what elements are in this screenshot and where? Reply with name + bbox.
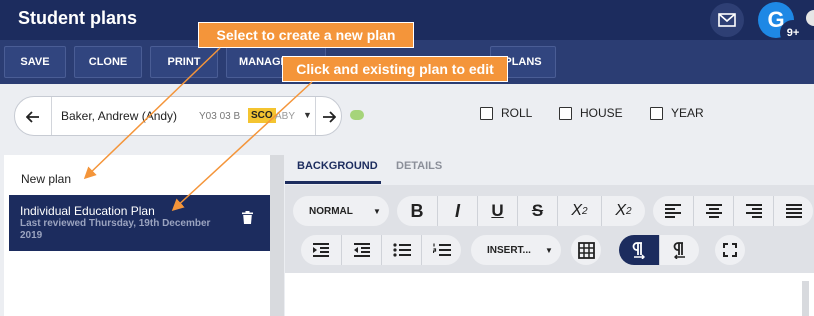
new-plan-item[interactable]: New plan — [21, 172, 71, 186]
numbered-list-icon — [432, 243, 451, 256]
status-indicator — [350, 110, 364, 120]
align-center-icon — [705, 204, 722, 218]
house-label: HOUSE — [580, 106, 623, 120]
divider — [315, 97, 316, 135]
align-justify-icon — [785, 204, 802, 218]
previous-student-button[interactable] — [21, 105, 45, 129]
messages-button[interactable] — [710, 3, 744, 37]
insert-dropdown-label: INSERT... — [487, 244, 531, 256]
save-button[interactable]: SAVE — [4, 46, 66, 78]
tab-background[interactable]: BACKGROUND — [297, 160, 378, 172]
bold-button[interactable]: B — [397, 196, 437, 226]
align-right-button[interactable] — [733, 196, 773, 226]
scrollbar[interactable] — [270, 155, 284, 316]
align-left-icon — [665, 204, 681, 218]
text-format-group: B I U S X2 X2 — [397, 196, 645, 226]
text-direction-group — [619, 235, 699, 265]
bullet-list-icon — [392, 243, 411, 257]
numbered-list-button[interactable] — [421, 235, 461, 265]
scrollbar[interactable] — [802, 281, 809, 316]
delete-plan-button[interactable] — [242, 211, 253, 229]
indent-icon — [313, 243, 329, 257]
chevron-down-icon[interactable]: ▼ — [303, 110, 312, 120]
active-tab-indicator — [285, 181, 381, 184]
align-center-button[interactable] — [693, 196, 733, 226]
chevron-down-icon: ▼ — [545, 245, 553, 255]
plan-editor: BACKGROUND DETAILS NORMAL ▼ B I U S X2 X… — [285, 148, 814, 316]
page-title: Student plans — [18, 8, 138, 28]
divider — [51, 97, 52, 135]
list-item[interactable]: Individual Education Plan Last reviewed … — [9, 195, 270, 251]
student-year-group: Y03 03 B — [199, 111, 241, 122]
rtl-direction-button[interactable] — [659, 235, 699, 265]
outdent-icon — [353, 243, 370, 257]
clone-button[interactable]: CLONE — [74, 46, 142, 78]
table-icon — [577, 241, 595, 259]
student-code: ABY — [275, 111, 296, 122]
fullscreen-button[interactable] — [715, 235, 745, 265]
trash-icon — [242, 211, 253, 224]
house-checkbox[interactable]: HOUSE — [559, 106, 623, 120]
strikethrough-button[interactable]: S — [517, 196, 557, 226]
align-left-button[interactable] — [653, 196, 693, 226]
pilcrow-rtl-icon — [673, 241, 685, 259]
bullet-list-button[interactable] — [381, 235, 421, 265]
subscript-button[interactable]: X2 — [557, 196, 601, 226]
student-name: Baker, Andrew (Andy) — [61, 109, 178, 123]
plan-title: Individual Education Plan — [20, 204, 155, 218]
insert-dropdown[interactable]: INSERT... ▼ — [471, 235, 561, 265]
format-toolbar: NORMAL ▼ B I U S X2 X2 INSERT... ▼ — [285, 185, 814, 273]
plan-list: New plan Individual Education Plan Last … — [4, 155, 270, 316]
outdent-button[interactable] — [341, 235, 381, 265]
paragraph-style-value: NORMAL — [309, 205, 353, 217]
insert-table-button[interactable] — [571, 235, 601, 265]
callout-new-plan: Select to create a new plan — [198, 22, 414, 48]
year-checkbox[interactable]: YEAR — [650, 106, 704, 120]
editor-content-area[interactable] — [285, 273, 814, 316]
roll-label: ROLL — [501, 106, 533, 120]
user-menu-button[interactable] — [806, 10, 814, 26]
fullscreen-icon — [723, 243, 737, 257]
status-badge: SCO — [248, 108, 276, 123]
align-right-icon — [745, 204, 762, 218]
chevron-down-icon: ▼ — [373, 206, 381, 216]
align-justify-button[interactable] — [773, 196, 813, 226]
pilcrow-ltr-icon — [632, 241, 645, 259]
roll-checkbox[interactable]: ROLL — [480, 106, 532, 120]
mail-icon — [718, 13, 736, 27]
checkbox[interactable] — [650, 106, 663, 120]
next-student-button[interactable] — [317, 105, 341, 129]
superscript-button[interactable]: X2 — [601, 196, 645, 226]
plan-last-reviewed: Last reviewed Thursday, 19th December 20… — [20, 218, 211, 241]
callout-edit-plan: Click and existing plan to edit — [282, 56, 508, 82]
checkbox[interactable] — [559, 106, 572, 120]
paragraph-style-dropdown[interactable]: NORMAL ▼ — [293, 196, 389, 226]
alignment-group — [653, 196, 813, 226]
italic-button[interactable]: I — [437, 196, 477, 226]
underline-button[interactable]: U — [477, 196, 517, 226]
tab-details[interactable]: DETAILS — [396, 160, 442, 172]
indent-button[interactable] — [301, 235, 341, 265]
year-label: YEAR — [671, 106, 704, 120]
student-selector-bar: Baker, Andrew (Andy) Y03 03 B SCO ABY ▼ … — [4, 92, 814, 140]
ltr-direction-button[interactable] — [619, 235, 659, 265]
student-selector[interactable]: Baker, Andrew (Andy) Y03 03 B SCO ABY ▼ — [14, 96, 342, 136]
checkbox[interactable] — [480, 106, 493, 120]
print-button[interactable]: PRINT — [150, 46, 218, 78]
arrow-right-icon — [323, 111, 336, 123]
arrow-left-icon — [26, 111, 39, 123]
list-format-group — [301, 235, 461, 265]
